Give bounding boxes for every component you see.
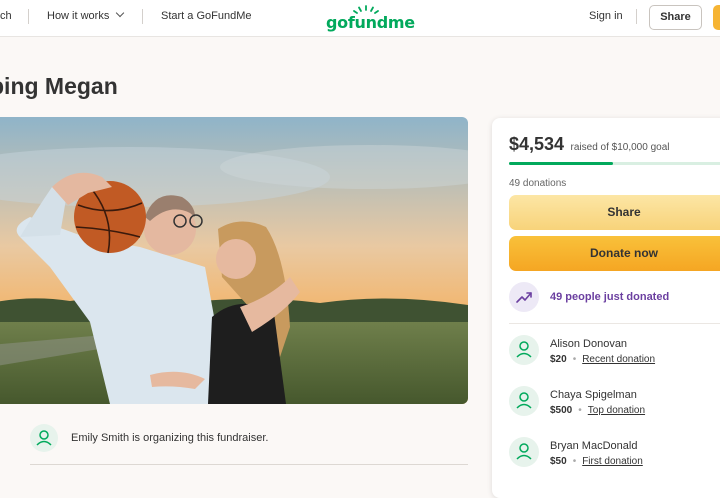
progress-fill [509,162,614,165]
nav-divider [142,9,143,24]
recent-donors-count[interactable]: 49 people just donated [550,291,669,303]
trending-icon [509,282,539,312]
start-gofundme-link[interactable]: Start a GoFundMe [161,10,252,22]
organizer-icon [30,424,58,452]
donor-avatar-icon [509,437,539,467]
nav-divider [636,9,637,24]
fundraiser-photo-image [0,117,468,404]
donation-count: 49 donations [509,178,567,189]
separator-dot: • [572,354,577,365]
nav-divider [28,9,29,24]
how-it-works-label: How it works [47,10,110,22]
donate-now-button[interactable]: Donate now [509,236,720,271]
donor-tag-link[interactable]: First donation [582,456,643,467]
donor-name: Chaya Spigelman [550,389,637,401]
page-title: ping Megan [0,73,118,99]
card-divider [509,323,720,324]
donor-tag-link[interactable]: Recent donation [582,354,655,365]
progress-bar [509,162,720,165]
donor-meta: $20 • Recent donation [550,354,655,365]
header-share-button[interactable]: Share [649,5,702,30]
site-header: ch How it works Start a GoFundMe gofundm… [0,0,720,37]
gofundme-logo[interactable]: gofundme [326,4,415,32]
how-it-works-menu[interactable]: How it works [47,8,125,22]
raised-summary: $4,534 raised of $10,000 goal [509,134,669,155]
organizer-text: Emily Smith is organizing this fundraise… [71,432,269,444]
header-donate-button[interactable] [713,5,720,30]
sign-in-link[interactable]: Sign in [589,10,623,22]
fundraiser-photo [0,117,468,404]
donor-meta: $50 • First donation [550,456,643,467]
raised-amount: $4,534 [509,134,565,154]
section-divider [30,464,468,465]
chevron-down-icon [116,8,125,18]
donor-meta: $500 • Top donation [550,405,645,416]
donor-avatar-icon [509,335,539,365]
separator-dot: • [578,405,582,416]
donor-name: Alison Donovan [550,338,628,350]
separator-dot: • [572,456,577,467]
raised-goal-text: raised of $10,000 goal [570,142,670,153]
donor-amount: $20 [550,354,567,365]
search-link[interactable]: ch [0,10,12,22]
donor-name: Bryan MacDonald [550,440,638,452]
share-button[interactable]: Share [509,195,720,230]
donor-tag-link[interactable]: Top donation [588,405,645,416]
logo-text: gofundme [326,13,415,32]
donor-avatar-icon [509,386,539,416]
donor-amount: $50 [550,456,567,467]
donor-amount: $500 [550,405,573,416]
